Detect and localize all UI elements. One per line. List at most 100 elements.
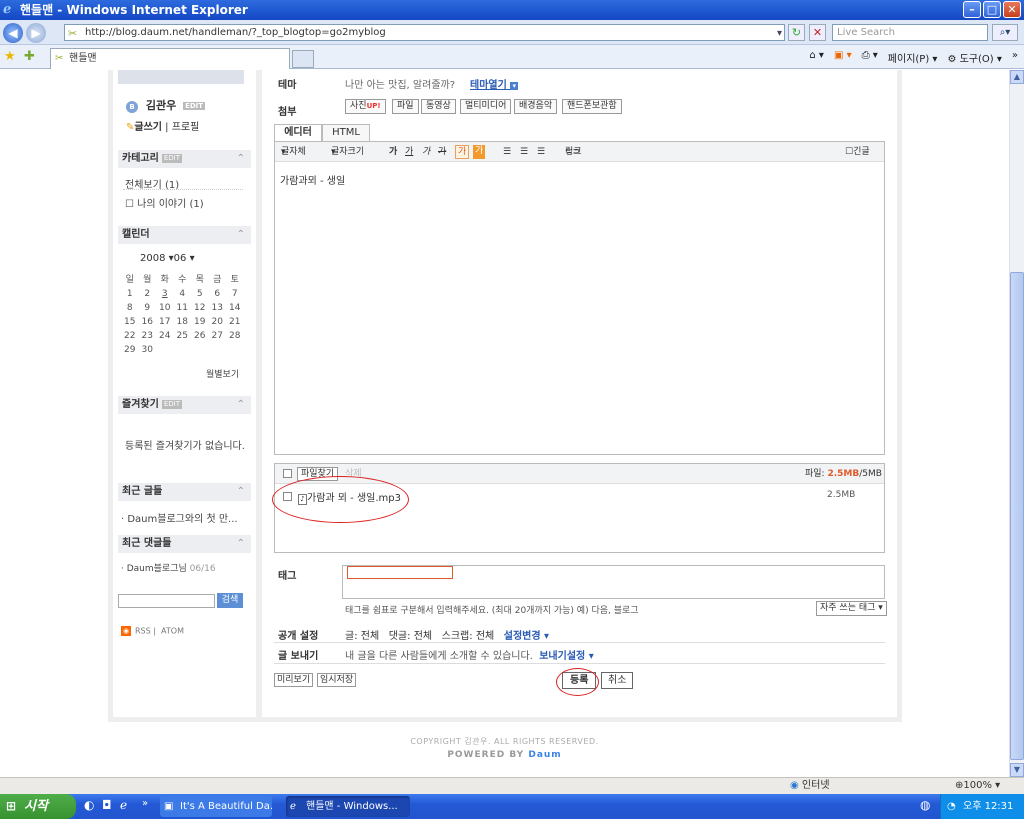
quicklaunch-icon[interactable]: ◘	[102, 798, 112, 812]
rss-link[interactable]: RSS	[135, 627, 151, 636]
long-post-checkbox[interactable]: ☐ 긴글	[845, 142, 870, 162]
collapse-icon[interactable]: ⌃	[237, 396, 245, 414]
sidebar-search-button[interactable]: 검색	[217, 593, 243, 608]
url-field[interactable]: ✂ http://blog.daum.net/handleman/?_top_b…	[64, 24, 785, 41]
calendar-day[interactable]: 12	[191, 303, 209, 313]
calendar-day[interactable]: 23	[139, 331, 157, 341]
calendar-day[interactable]: 18	[174, 317, 192, 327]
profile-name[interactable]: B 김관우 EDIT	[126, 97, 206, 113]
start-button[interactable]: ⊞ 시작	[0, 794, 76, 819]
tools-menu[interactable]: ⚙ 도구(O) ▾	[947, 50, 1001, 65]
favorites-star-icon[interactable]: ★	[4, 49, 16, 64]
forward-button[interactable]: ▶	[26, 23, 46, 43]
calendar-day[interactable]: 4	[174, 289, 192, 299]
clock[interactable]: 오후 12:31	[963, 801, 1013, 812]
calendar-day[interactable]: 11	[174, 303, 192, 313]
back-button[interactable]: ◀	[3, 23, 23, 43]
attach-video-button[interactable]: 동영상	[421, 99, 456, 114]
tag-input[interactable]	[347, 566, 453, 579]
add-favorite-icon[interactable]: ✚	[24, 49, 35, 64]
home-icon[interactable]: ⌂ ▾	[809, 50, 824, 65]
recent-posts-header[interactable]: 최근 글들 ⌃	[118, 483, 251, 501]
month-select[interactable]: 06 ▾	[174, 253, 195, 264]
tray-icon[interactable]: ◔	[947, 794, 956, 819]
chevron-down-icon[interactable]: ▾	[777, 26, 782, 41]
calendar-day[interactable]: 20	[209, 317, 227, 327]
daum-logo[interactable]: Daum	[528, 750, 561, 760]
calendar-day[interactable]: 3	[156, 289, 174, 299]
calendar-header[interactable]: 캘린더 ⌃	[118, 226, 251, 244]
strike-button[interactable]: 가	[438, 142, 446, 162]
print-icon[interactable]: ⎙ ▾	[862, 50, 878, 65]
monthly-view-link[interactable]: 월별보기	[206, 367, 239, 380]
cancel-button[interactable]: 취소	[601, 672, 634, 689]
more-icon[interactable]: »	[142, 798, 148, 809]
calendar-day[interactable]: 10	[156, 303, 174, 313]
collapse-icon[interactable]: ⌃	[237, 535, 245, 553]
calendar-day[interactable]: 22	[121, 331, 139, 341]
atom-link[interactable]: ATOM	[161, 627, 184, 636]
year-select[interactable]: 2008 ▾	[140, 253, 174, 264]
calendar-day[interactable]: 2	[139, 289, 157, 299]
calendar-day[interactable]: 7	[226, 289, 244, 299]
edit-badge[interactable]: EDIT	[183, 102, 206, 110]
calendar-day[interactable]: 16	[139, 317, 157, 327]
calendar-day[interactable]: 27	[209, 331, 227, 341]
send-settings-link[interactable]: 보내기설정 ▾	[539, 651, 594, 662]
font-size-select[interactable]: 글자크기 ▾	[331, 142, 364, 162]
align-center-icon[interactable]: ☰	[520, 142, 528, 162]
stop-button[interactable]: ✕	[809, 24, 826, 41]
frequent-tags-button[interactable]: 자주 쓰는 태그 ▾	[816, 601, 887, 616]
bookmarks-header[interactable]: 즐겨찾기 EDIT ⌃	[118, 396, 251, 414]
ie-quicklaunch-icon[interactable]: ℯ	[120, 798, 127, 812]
search-input[interactable]: Live Search	[832, 24, 988, 41]
recent-comments-header[interactable]: 최근 댓글들 ⌃	[118, 535, 251, 553]
attach-phone-button[interactable]: 핸드폰보관함	[562, 99, 622, 114]
calendar-day[interactable]: 21	[226, 317, 244, 327]
category-story[interactable]: ☐ 나의 이야기 (1)	[125, 195, 204, 210]
search-button[interactable]: ⌕▾	[992, 24, 1018, 41]
calendar-day[interactable]: 19	[191, 317, 209, 327]
calendar-day[interactable]: 28	[226, 331, 244, 341]
calendar-day[interactable]: 26	[191, 331, 209, 341]
quicklaunch-icon[interactable]: ◐	[84, 798, 94, 812]
attach-photo-button[interactable]: 사진UP!	[345, 99, 386, 114]
tab-html[interactable]: HTML	[322, 124, 370, 141]
maximize-button[interactable]: □	[983, 1, 1001, 18]
bg-color-button[interactable]: 가	[473, 145, 486, 159]
calendar-day[interactable]: 14	[226, 303, 244, 313]
write-link[interactable]: 글쓰기	[134, 122, 162, 133]
calendar-day[interactable]: 13	[209, 303, 227, 313]
calendar-day[interactable]: 9	[139, 303, 157, 313]
categories-header[interactable]: 카테고리 EDIT ⌃	[118, 150, 251, 168]
recent-comment-item[interactable]: · Daum블로그님 06/16	[121, 561, 216, 574]
new-tab-button[interactable]	[292, 50, 314, 68]
align-left-icon[interactable]: ☰	[503, 142, 511, 162]
sidebar-search-input[interactable]	[118, 594, 215, 608]
calendar-day[interactable]: 6	[209, 289, 227, 299]
network-icon[interactable]: ◍	[920, 798, 930, 812]
refresh-button[interactable]: ↻	[788, 24, 805, 41]
calendar-day[interactable]: 29	[121, 345, 139, 355]
minimize-button[interactable]: –	[963, 1, 981, 18]
recent-post-item[interactable]: · Daum블로그와의 첫 만...	[121, 510, 238, 525]
feeds-icon[interactable]: ▣ ▾	[834, 50, 852, 65]
more-icon[interactable]: »	[1012, 50, 1018, 65]
change-settings-link[interactable]: 설정변경 ▾	[504, 631, 549, 642]
collapse-icon[interactable]: ⌃	[237, 226, 245, 244]
align-right-icon[interactable]: ☰	[537, 142, 545, 162]
task-media[interactable]: ▣ It's A Beautiful Da...	[160, 796, 272, 817]
calendar-day[interactable]: 5	[191, 289, 209, 299]
font-face-select[interactable]: 글자체 ▾	[281, 142, 306, 162]
bold-button[interactable]: 가	[389, 142, 397, 162]
calendar-day[interactable]: 8	[121, 303, 139, 313]
attach-bgm-button[interactable]: 배경음악	[514, 99, 558, 114]
close-button[interactable]: ✕	[1003, 1, 1021, 18]
tab-current[interactable]: ✂ 핸들맨	[50, 48, 290, 69]
calendar-day[interactable]: 24	[156, 331, 174, 341]
calendar-day[interactable]: 15	[121, 317, 139, 327]
page-menu[interactable]: 페이지(P) ▾	[888, 50, 938, 65]
italic-button[interactable]: 가	[422, 142, 430, 162]
collapse-icon[interactable]: ⌃	[237, 483, 245, 501]
font-color-button[interactable]: 가	[455, 145, 470, 159]
